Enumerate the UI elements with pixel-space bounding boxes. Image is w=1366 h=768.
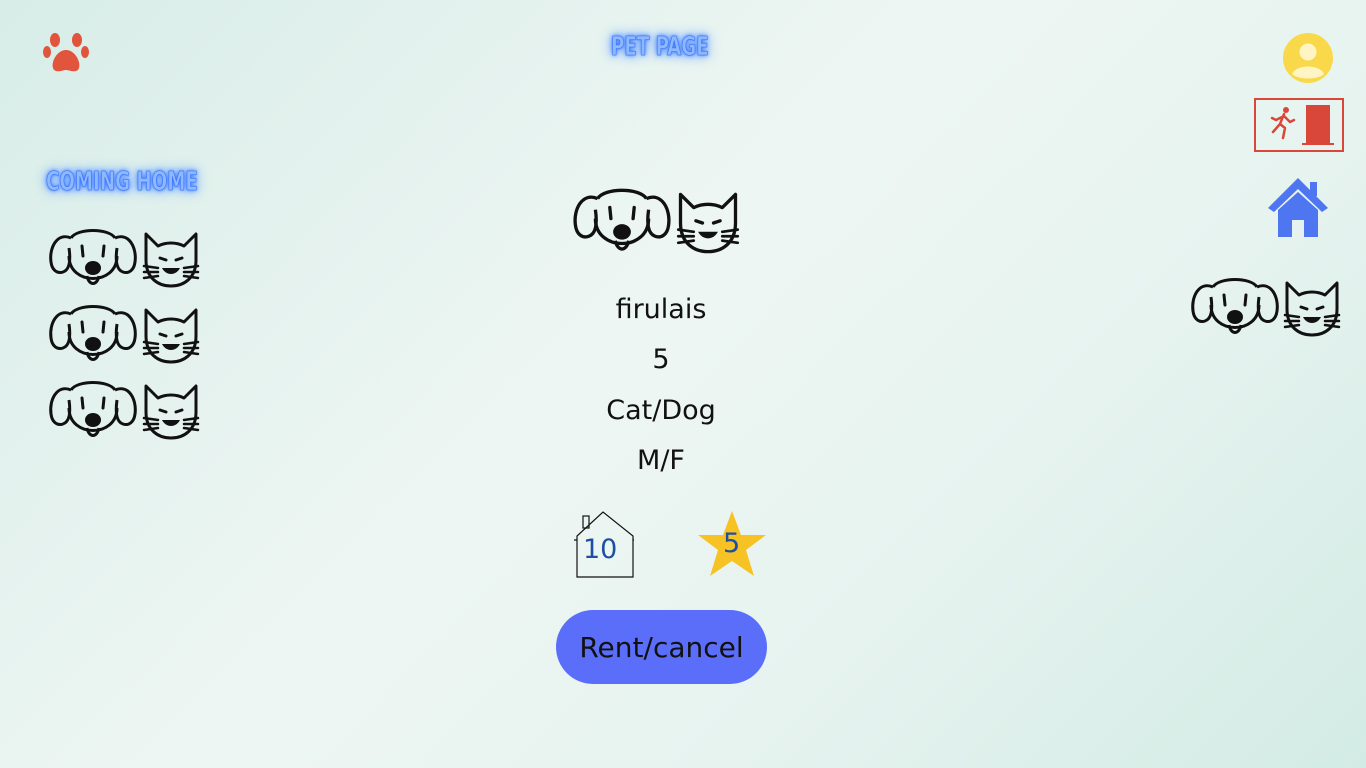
paw-icon[interactable] [43,30,89,78]
page-title: PET PAGE [611,32,709,63]
list-item[interactable] [46,378,202,446]
homes-count: 10 [583,534,618,565]
dog-icon [49,229,137,285]
dog-icon [49,381,137,437]
pet-name: firulais [615,294,707,325]
cat-icon [676,192,740,254]
user-avatar-icon[interactable] [1282,32,1334,88]
exit-door-icon[interactable] [1254,98,1344,156]
rating-badge: 5 [697,510,767,578]
pet-quick-link[interactable] [1189,275,1343,343]
cat-icon [1283,281,1341,337]
cat-icon [142,384,200,440]
pet-photo [571,185,743,261]
rent-cancel-button[interactable]: Rent/cancel [556,610,767,684]
homes-count-badge: 10 [573,510,635,578]
list-item[interactable] [46,226,202,294]
dog-icon [49,305,137,361]
pet-sex: M/F [637,445,685,476]
dog-icon [573,188,671,251]
pet-species: Cat/Dog [606,395,716,426]
list-item[interactable] [46,302,202,370]
dog-icon [1191,278,1279,334]
home-icon[interactable] [1266,176,1330,242]
pet-age: 5 [652,344,670,375]
coming-home-list [46,226,202,446]
cat-icon [142,232,200,288]
cat-icon [142,308,200,364]
coming-home-title: COMING HOME [46,167,198,198]
rating-value: 5 [723,528,741,559]
